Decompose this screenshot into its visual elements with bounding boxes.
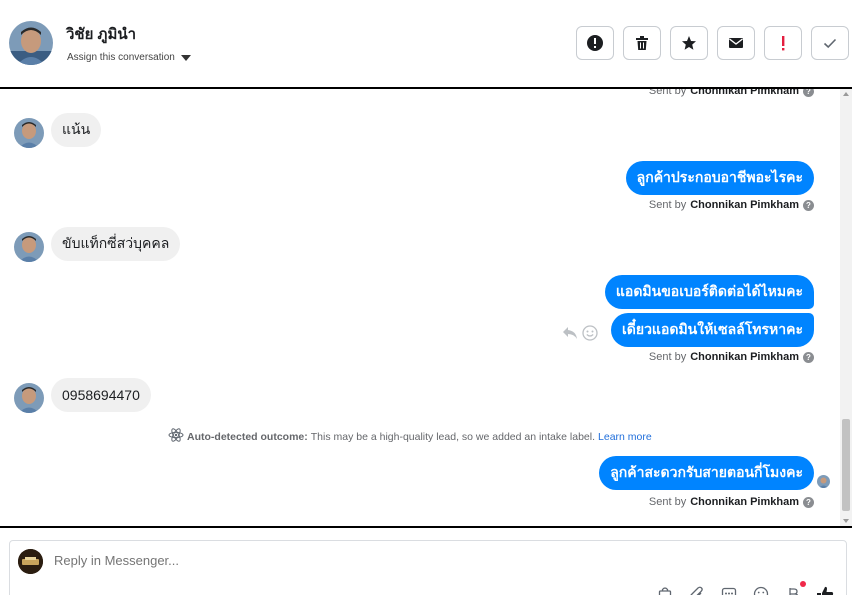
attachment-icon[interactable] <box>688 585 706 595</box>
conversation-panel: วิชัย ภูมินำ Assign this conversation Se… <box>0 0 852 595</box>
payment-icon[interactable] <box>784 581 806 595</box>
trash-icon <box>634 35 650 51</box>
contact-avatar-small[interactable] <box>14 118 44 148</box>
message-tools <box>562 325 598 346</box>
check-icon <box>822 35 838 51</box>
caret-down-icon <box>180 55 191 61</box>
outgoing-message[interactable]: ลูกค้าประกอบอาชีพอะไรคะ <box>625 161 814 195</box>
agent-name: Chonnikan Pimkham <box>690 87 799 97</box>
agent-name: Chonnikan Pimkham <box>690 496 799 508</box>
auto-detected-outcome: Auto-detected outcome: This may be a hig… <box>168 428 652 445</box>
sent-by-prefix: Sent by <box>648 351 687 363</box>
sent-by-line: Sent by Chonnikan Pimkham ? <box>649 351 814 363</box>
learn-more-link[interactable]: Learn more <box>598 431 652 443</box>
scrollbar[interactable] <box>840 89 852 526</box>
contact-avatar-small[interactable] <box>14 232 44 262</box>
reply-composer <box>9 540 847 595</box>
exclamation-icon <box>780 35 786 51</box>
outgoing-message[interactable]: เดี๋ยวแอดมินให้เซลล์โทรหาคะ <box>610 313 814 347</box>
composer-tools <box>656 581 834 595</box>
conversation-header: วิชัย ภูมินำ Assign this conversation <box>0 0 852 88</box>
incoming-message[interactable]: แน้น <box>51 113 102 147</box>
delete-button[interactable] <box>623 26 661 60</box>
incoming-message[interactable]: ขับแท็กซี่สว่บุคคล <box>51 227 181 261</box>
question-icon[interactable]: ? <box>803 89 814 97</box>
incoming-message[interactable]: 0958694470 <box>51 378 151 412</box>
question-icon[interactable]: ? <box>803 496 814 508</box>
scroll-up-arrow[interactable] <box>843 92 849 96</box>
sent-by-prefix: Sent by <box>648 496 687 508</box>
sent-by-prefix: Sent by <box>648 199 687 211</box>
outcome-text: This may be a high-quality lead, so we a… <box>310 430 596 443</box>
agent-name: Chonnikan Pimkham <box>690 351 799 363</box>
outgoing-message[interactable]: ลูกค้าสะดวกรับสายตอนกี่โมงคะ <box>599 456 814 490</box>
emoji-icon[interactable] <box>752 585 770 595</box>
mark-spam-button[interactable] <box>576 26 614 60</box>
star-button[interactable] <box>670 26 708 60</box>
contact-avatar-small[interactable] <box>14 383 44 413</box>
assign-label: Assign this conversation <box>67 52 175 63</box>
question-icon[interactable]: ? <box>803 351 814 363</box>
page-avatar <box>18 549 43 574</box>
outcome-label: Auto-detected outcome: <box>187 430 308 443</box>
sent-by-line: Sent by Chonnikan Pimkham ? <box>648 87 814 97</box>
follow-up-button[interactable] <box>764 26 802 60</box>
reply-input[interactable] <box>54 553 554 568</box>
react-emoji-icon[interactable] <box>582 325 598 346</box>
outgoing-message[interactable]: แอดมินขอเบอร์ติดต่อได้ไหมคะ <box>604 275 814 309</box>
scroll-down-arrow[interactable] <box>843 519 849 523</box>
notification-dot <box>800 581 806 587</box>
sent-by-line: Sent by Chonnikan Pimkham ? <box>649 199 814 211</box>
mark-done-button[interactable] <box>811 26 849 60</box>
conversation-actions <box>576 26 849 60</box>
message-thread[interactable]: Sent by Chonnikan Pimkham ? แน้น ลูกค้าป… <box>0 87 852 528</box>
sent-by-prefix: Sent by <box>648 87 687 97</box>
sent-by-line: Sent by Chonnikan Pimkham ? <box>649 496 814 508</box>
mark-unread-button[interactable] <box>717 26 755 60</box>
seen-avatar <box>817 475 830 488</box>
star-icon <box>681 35 697 51</box>
contact-name: วิชัย ภูมินำ <box>66 26 137 43</box>
atom-icon <box>168 428 184 445</box>
contact-avatar[interactable] <box>9 21 53 65</box>
shopping-bag-icon[interactable] <box>656 585 674 595</box>
saved-reply-icon[interactable] <box>720 585 738 595</box>
reply-icon[interactable] <box>562 326 578 345</box>
question-icon[interactable]: ? <box>803 199 814 211</box>
scrollbar-thumb[interactable] <box>842 419 850 511</box>
agent-name: Chonnikan Pimkham <box>690 199 799 211</box>
mail-icon <box>728 36 744 50</box>
assign-conversation-dropdown[interactable]: Assign this conversation <box>67 52 191 63</box>
thumbs-up-icon[interactable] <box>816 585 834 595</box>
alert-circle-icon <box>586 34 604 52</box>
